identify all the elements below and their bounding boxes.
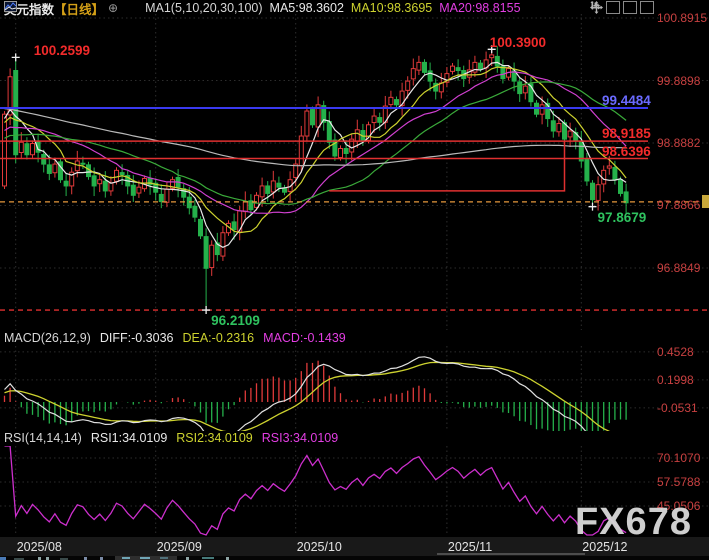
chart-style-icon[interactable] <box>125 3 138 14</box>
x-axis-label: 2025/09 <box>157 540 202 554</box>
high-marker-label: 100.3900 <box>490 35 546 50</box>
high-marker-label: 100.2599 <box>34 43 90 58</box>
macd-value: MACD:-0.1439 <box>263 331 346 345</box>
macd-dea-value: DEA:-0.2316 <box>182 331 254 345</box>
axis-play-icon[interactable] <box>623 1 637 14</box>
toolbar-fragment <box>202 557 214 559</box>
rsi2-value: RSI2:34.0109 <box>176 431 252 445</box>
main-chart-canvas[interactable] <box>0 0 709 560</box>
ma-settings-label[interactable]: MA1(5,10,20,30,100) <box>145 1 262 15</box>
rsi-axis-tick: 70.1070 <box>657 451 700 465</box>
price-axis-tick: 97.8866 <box>657 198 700 212</box>
macd-diff-value: DIFF:-0.3036 <box>100 331 174 345</box>
rsi-axis-tick: 57.5788 <box>657 475 700 489</box>
price-axis-tick: 100.8915 <box>657 11 707 25</box>
shift-right-icon[interactable] <box>640 1 654 14</box>
toolbar-fragment <box>160 557 168 559</box>
ma10-value: MA10:98.3695 <box>351 1 432 15</box>
macd-axis-tick: 0.1998 <box>657 373 694 387</box>
level-line-label: 99.4484 <box>602 93 651 108</box>
period-label[interactable]: 【日线】 <box>54 0 104 18</box>
toolbar-fragment <box>122 557 130 559</box>
macd-axis-tick: 0.4528 <box>657 345 694 359</box>
toolbar-fragment <box>140 557 150 559</box>
low-marker-label: 97.8679 <box>598 210 647 225</box>
chart-toolbar <box>590 1 654 14</box>
macd-axis-tick: -0.0531 <box>657 401 698 415</box>
chart-header: 美元指数【日线】 ⊕ MA1(5,10,20,30,100) MA5:98.36… <box>4 1 521 15</box>
price-axis-tick: 98.8882 <box>657 136 700 150</box>
x-axis-label: 2025/11 <box>448 540 492 554</box>
rsi1-value: RSI1:34.0109 <box>91 431 167 445</box>
rsi-panel <box>5 446 627 535</box>
price-axis-tick: 96.8849 <box>657 261 700 275</box>
ma5-line <box>5 62 627 247</box>
ma20-value: MA20:98.8155 <box>439 1 520 15</box>
candlesticks <box>3 46 629 310</box>
axis-zoom-icon[interactable] <box>606 1 620 14</box>
rsi-title[interactable]: RSI(14,14,14) <box>4 431 82 445</box>
ma5-value: MA5:98.3602 <box>270 1 344 15</box>
add-indicator-icon[interactable]: ⊕ <box>108 1 118 15</box>
price-axis-tick: 99.8898 <box>657 74 700 88</box>
watermark-logo: FX678 <box>575 501 692 544</box>
chart-window: 美元指数【日线】 ⊕ MA1(5,10,20,30,100) MA5:98.36… <box>0 0 709 560</box>
rsi3-value: RSI3:34.0109 <box>262 431 338 445</box>
rsi-line <box>5 446 627 535</box>
scroll-indicator[interactable] <box>437 553 585 555</box>
annotation-step-line[interactable] <box>329 141 564 191</box>
low-marker-label: 96.2109 <box>211 313 260 328</box>
x-axis-label: 2025/08 <box>17 540 62 554</box>
level-line-label: 98.9185 <box>602 126 651 141</box>
macd-header: MACD(26,12,9) DIFF:-0.3036 DEA:-0.2316 M… <box>4 331 346 344</box>
macd-title[interactable]: MACD(26,12,9) <box>4 331 91 345</box>
current-price-tag <box>702 195 709 208</box>
x-axis-label: 2025/10 <box>297 540 342 554</box>
level-line-label: 98.6396 <box>602 144 651 159</box>
rsi-header: RSI(14,14,14) RSI1:34.0109 RSI2:34.0109 … <box>4 431 338 444</box>
ma-lines <box>5 62 627 247</box>
dea-line <box>5 362 627 438</box>
bottom-toolbar-cutoff <box>0 556 709 560</box>
